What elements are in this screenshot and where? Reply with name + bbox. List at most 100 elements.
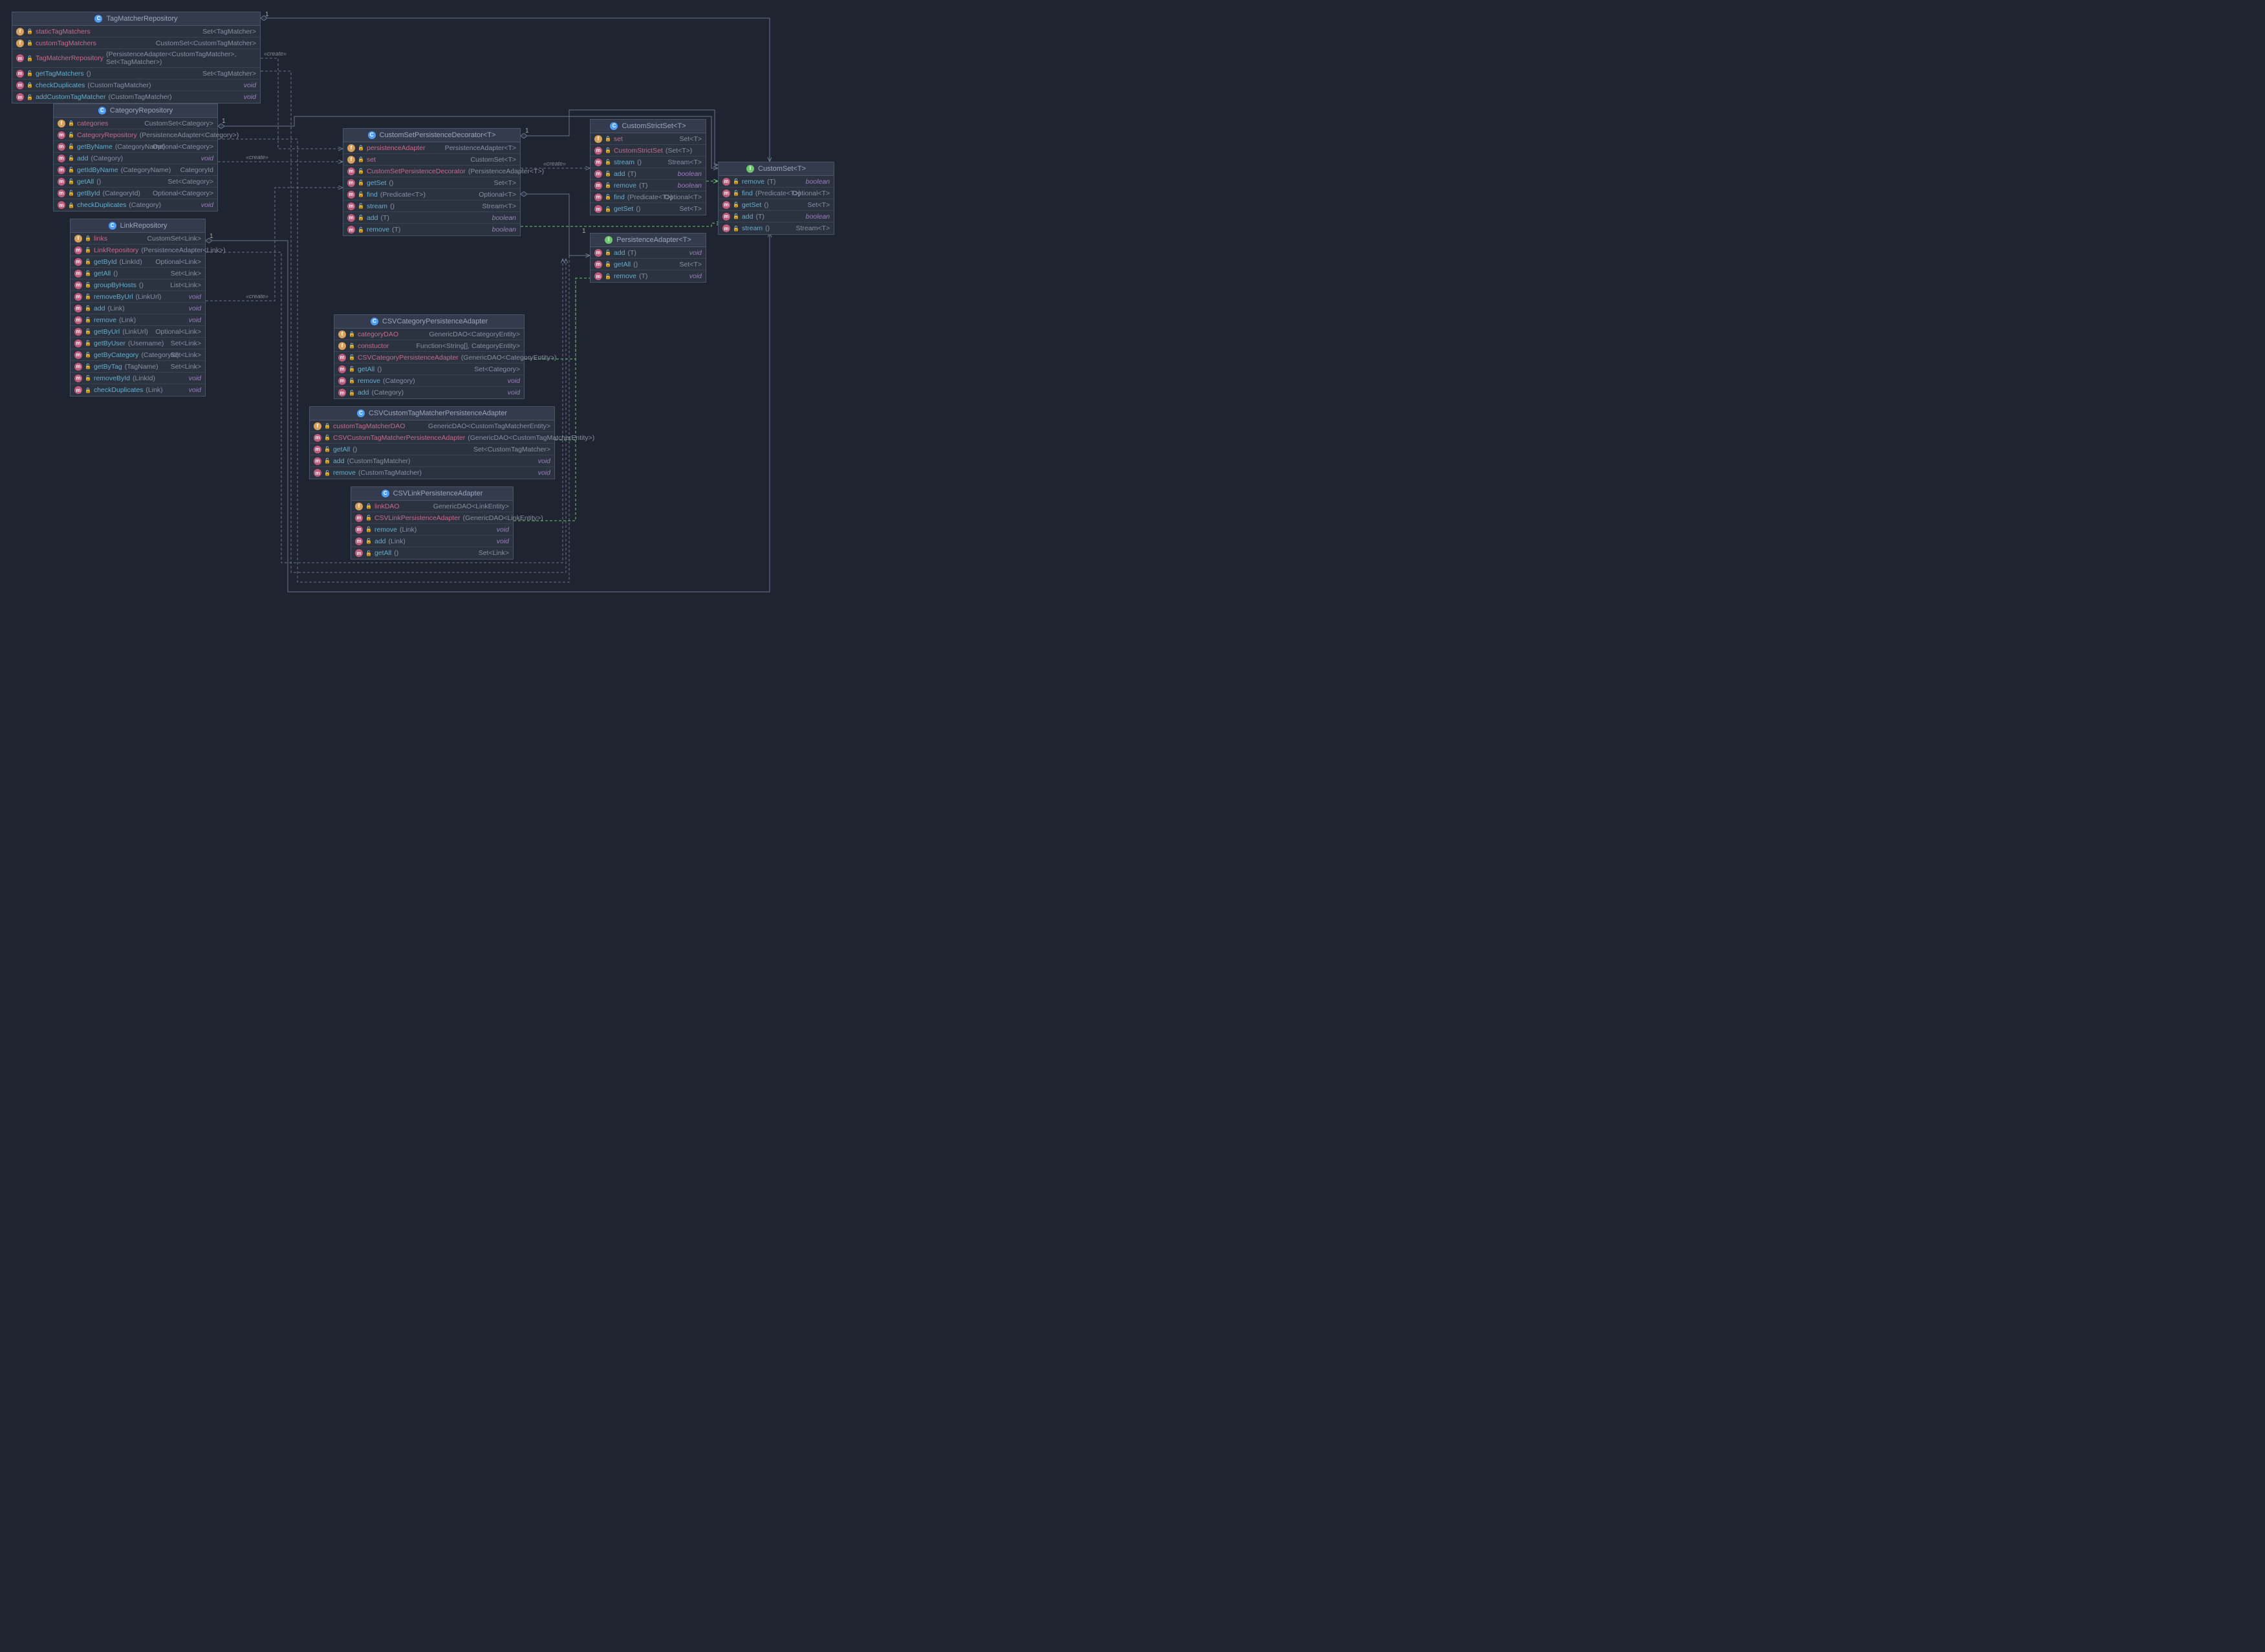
method-row[interactable]: m🔓CategoryRepository(PersistenceAdapter<… — [54, 129, 217, 141]
class-csvCustomTagAdapter[interactable]: CSVCustomTagMatcherPersistenceAdapterf🔒c… — [309, 406, 555, 479]
field-row[interactable]: f🔒constuctorFunction<String[], CategoryE… — [334, 340, 524, 352]
field-row[interactable]: f🔒persistenceAdapterPersistenceAdapter<T… — [343, 142, 520, 154]
method-row[interactable]: m🔓CSVLinkPersistenceAdapter(GenericDAO<L… — [351, 512, 513, 524]
method-row[interactable]: m🔓groupByHosts()List<Link> — [70, 279, 205, 291]
class-customSetDecorator[interactable]: CustomSetPersistenceDecorator<T>f🔒persis… — [343, 128, 521, 236]
method-row[interactable]: m🔓add(Link)void — [351, 536, 513, 547]
method-row[interactable]: m🔓add(Link)void — [70, 303, 205, 314]
field-row[interactable]: f🔒categoryDAOGenericDAO<CategoryEntity> — [334, 329, 524, 340]
method-row[interactable]: m🔓add(T)boolean — [591, 168, 706, 180]
method-row[interactable]: m🔓LinkRepository(PersistenceAdapter<Link… — [70, 245, 205, 256]
method-row[interactable]: m🔒checkDuplicates(Category)void — [54, 199, 217, 211]
class-csvCategoryAdapter[interactable]: CSVCategoryPersistenceAdapterf🔒categoryD… — [334, 314, 525, 399]
method-row[interactable]: m🔓CSVCategoryPersistenceAdapter(GenericD… — [334, 352, 524, 364]
member-params: (Set<T>) — [666, 147, 692, 155]
method-icon: m — [74, 351, 82, 359]
svg-text:«create»: «create» — [543, 160, 566, 167]
method-icon: m — [347, 226, 355, 234]
method-row[interactable]: m🔓TagMatcherRepository(PersistenceAdapte… — [12, 49, 260, 68]
unlock-icon: 🔓 — [68, 155, 74, 161]
member-name: categoryDAO — [358, 331, 398, 338]
class-customSet[interactable]: CustomSet<T>m🔓remove(T)booleanm🔓find(Pre… — [718, 162, 834, 235]
field-row[interactable]: f🔒customTagMatcherDAOGenericDAO<CustomTa… — [310, 420, 554, 432]
method-row[interactable]: m🔓getByTag(TagName)Set<Link> — [70, 361, 205, 373]
field-icon: f — [58, 120, 65, 127]
field-row[interactable]: f🔒setCustomSet<T> — [343, 154, 520, 166]
class-categoryRepo[interactable]: CategoryRepositoryf🔒categoriesCustomSet<… — [53, 103, 218, 212]
class-tagMatcherRepo[interactable]: TagMatcherRepositoryf🔒staticTagMatchersS… — [12, 12, 261, 103]
method-row[interactable]: m🔓add(Category)void — [334, 387, 524, 398]
method-row[interactable]: m🔓remove(Link)void — [70, 314, 205, 326]
method-row[interactable]: m🔓getById(LinkId)Optional<Link> — [70, 256, 205, 268]
return-type: Stream<T> — [478, 202, 516, 210]
field-row[interactable]: f🔒linkDAOGenericDAO<LinkEntity> — [351, 501, 513, 512]
field-row[interactable]: f🔒staticTagMatchersSet<TagMatcher> — [12, 26, 260, 38]
class-customStrictSet[interactable]: CustomStrictSet<T>f🔒setSet<T>m🔓CustomStr… — [590, 119, 706, 215]
member-name: getByUser — [94, 340, 125, 347]
method-row[interactable]: m🔓getByUser(Username)Set<Link> — [70, 338, 205, 349]
return-type: void — [538, 469, 550, 477]
method-row[interactable]: m🔓getById(CategoryId)Optional<Category> — [54, 188, 217, 199]
method-row[interactable]: m🔓CustomSetPersistenceDecorator(Persiste… — [343, 166, 520, 177]
method-row[interactable]: m🔓find(Predicate<T>)Optional<T> — [343, 189, 520, 201]
method-row[interactable]: m🔓CustomStrictSet(Set<T>) — [591, 145, 706, 157]
method-row[interactable]: m🔓getIdByName(CategoryName)CategoryId — [54, 164, 217, 176]
method-row[interactable]: m🔓stream()Stream<T> — [343, 201, 520, 212]
member-params: (T) — [639, 182, 647, 190]
unlock-icon: 🔓 — [365, 538, 372, 544]
member-name: checkDuplicates — [36, 82, 85, 89]
member-name: CSVLinkPersistenceAdapter — [374, 514, 461, 522]
field-row[interactable]: f🔒setSet<T> — [591, 133, 706, 145]
method-row[interactable]: m🔓remove(Category)void — [334, 375, 524, 387]
method-row[interactable]: m🔓remove(T)boolean — [343, 224, 520, 235]
method-row[interactable]: m🔓removeById(LinkId)void — [70, 373, 205, 384]
unlock-icon: 🔓 — [358, 227, 364, 233]
class-csvLinkAdapter[interactable]: CSVLinkPersistenceAdapter f🔒linkDAOGeneri… — [351, 486, 514, 560]
field-row[interactable]: f🔒categoriesCustomSet<Category> — [54, 118, 217, 129]
field-row[interactable]: f🔒customTagMatchersCustomSet<CustomTagMa… — [12, 38, 260, 49]
method-row[interactable]: m🔓getAll()Set<Link> — [70, 268, 205, 279]
method-row[interactable]: m🔓getSet()Set<T> — [719, 199, 834, 211]
member-name: remove — [367, 226, 389, 234]
method-row[interactable]: m🔓getByCategory(CategoryId)Set<Link> — [70, 349, 205, 361]
unlock-icon: 🔓 — [349, 390, 355, 396]
method-row[interactable]: m🔓add(Category)void — [54, 153, 217, 164]
method-icon: m — [74, 363, 82, 371]
method-row[interactable]: m🔓find(Predicate<T>)Optional<T> — [591, 191, 706, 203]
method-row[interactable]: m🔓remove(T)boolean — [719, 176, 834, 188]
method-row[interactable]: m🔓find(Predicate<T>)Optional<T> — [719, 188, 834, 199]
method-row[interactable]: m🔓getSet()Set<T> — [591, 203, 706, 215]
method-row[interactable]: m🔓add(T)void — [591, 247, 706, 259]
field-row[interactable]: f🔒linksCustomSet<Link> — [70, 233, 205, 245]
method-row[interactable]: m🔓CSVCustomTagMatcherPersistenceAdapter(… — [310, 432, 554, 444]
method-row[interactable]: m🔓remove(T)boolean — [591, 180, 706, 191]
method-row[interactable]: m🔓getTagMatchers()Set<TagMatcher> — [12, 68, 260, 80]
method-row[interactable]: m🔓getAll()Set<CustomTagMatcher> — [310, 444, 554, 455]
method-row[interactable]: m🔓remove(Link)void — [351, 524, 513, 536]
method-row[interactable]: m🔓getAll()Set<Category> — [54, 176, 217, 188]
method-row[interactable]: m🔓add(T)boolean — [719, 211, 834, 223]
method-row[interactable]: m🔓addCustomTagMatcher(CustomTagMatcher)v… — [12, 91, 260, 103]
method-row[interactable]: m🔓getAll()Set<T> — [591, 259, 706, 270]
method-row[interactable]: m🔓getByUrl(LinkUrl)Optional<Link> — [70, 326, 205, 338]
method-row[interactable]: m🔓remove(CustomTagMatcher)void — [310, 467, 554, 479]
method-row[interactable]: m🔓add(T)boolean — [343, 212, 520, 224]
member-params: (GenericDAO<LinkEntity>) — [462, 514, 543, 522]
member-name: getAll — [614, 261, 631, 268]
method-row[interactable]: m🔓getByName(CategoryName)Optional<Catego… — [54, 141, 217, 153]
class-linkRepo[interactable]: LinkRepositoryf🔒linksCustomSet<Link>m🔓Li… — [70, 219, 206, 397]
return-type: Set<T> — [804, 201, 830, 209]
method-row[interactable]: m🔓add(CustomTagMatcher)void — [310, 455, 554, 467]
method-row[interactable]: m🔓getAll()Set<Link> — [351, 547, 513, 559]
class-persistenceAdapter[interactable]: PersistenceAdapter<T>m🔓add(T)voidm🔓getAl… — [590, 233, 706, 283]
unlock-icon: 🔓 — [324, 458, 331, 464]
method-row[interactable]: m🔓remove(T)void — [591, 270, 706, 282]
method-row[interactable]: m🔓removeByUrl(LinkUrl)void — [70, 291, 205, 303]
method-row[interactable]: m🔒checkDuplicates(Link)void — [70, 384, 205, 396]
method-row[interactable]: m🔒checkDuplicates(CustomTagMatcher)void — [12, 80, 260, 91]
method-row[interactable]: m🔓stream()Stream<T> — [591, 157, 706, 168]
method-row[interactable]: m🔓stream()Stream<T> — [719, 223, 834, 234]
method-row[interactable]: m🔓getAll()Set<Category> — [334, 364, 524, 375]
member-name: remove — [614, 182, 636, 190]
method-row[interactable]: m🔓getSet()Set<T> — [343, 177, 520, 189]
